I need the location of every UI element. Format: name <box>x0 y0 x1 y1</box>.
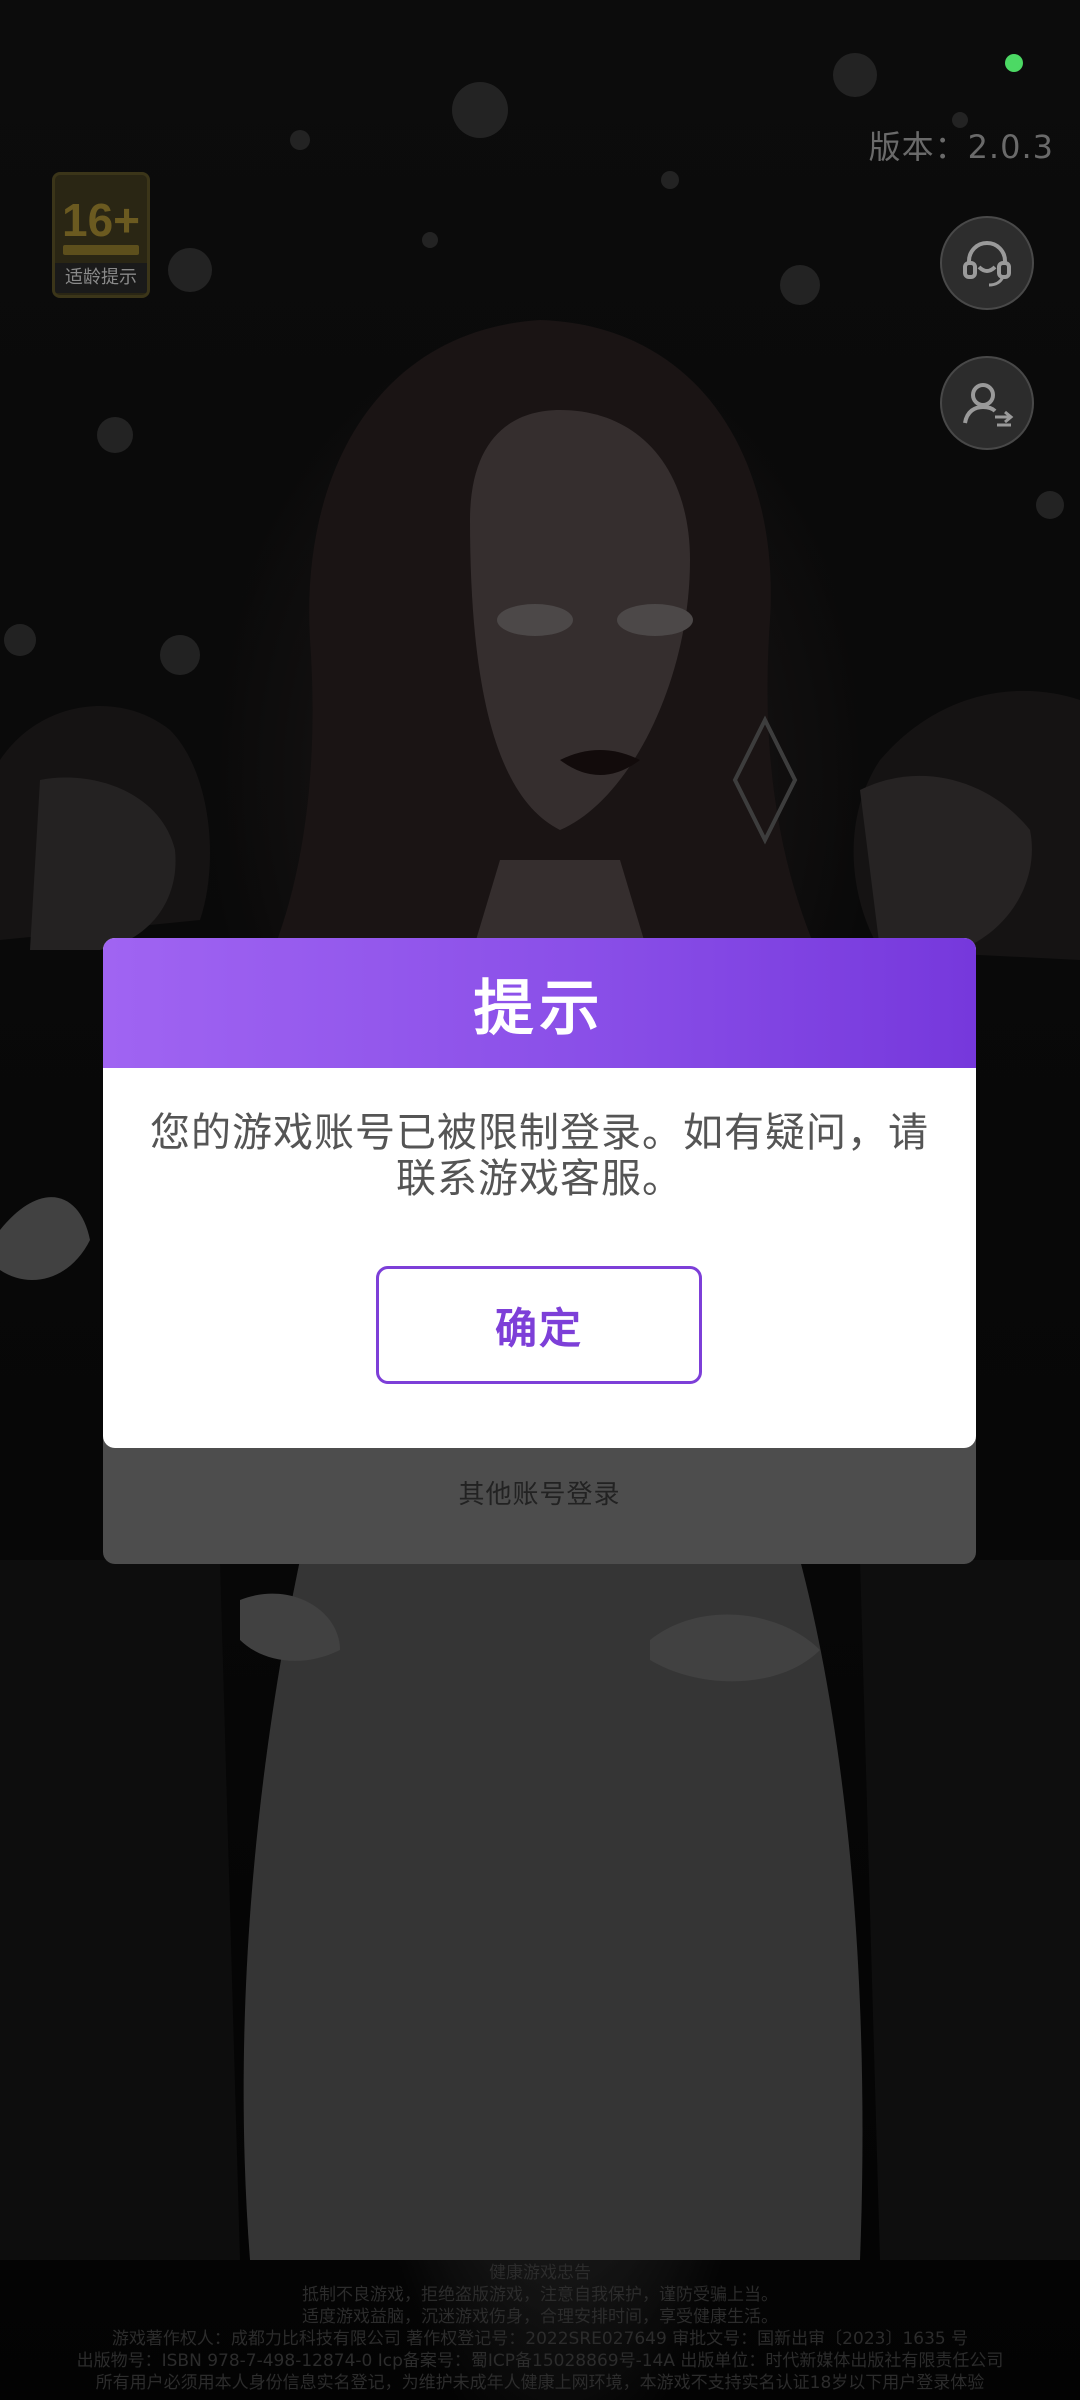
other-account-login-link[interactable]: 其他账号登录 <box>103 1474 976 1511</box>
dialog-header: 提示 <box>103 938 976 1068</box>
footer-line: 健康游戏忠告 <box>489 2263 591 2283</box>
footer-line: 游戏著作权人：成都力比科技有限公司 著作权登记号：2022SRE027649 审… <box>111 2329 969 2349</box>
age-rating-stripe <box>63 245 139 255</box>
health-notice-footer: 健康游戏忠告 抵制不良游戏，拒绝盗版游戏，注意自我保护，谨防受骗上当。 适度游戏… <box>0 2262 1080 2394</box>
dialog-title: 提示 <box>473 973 606 1044</box>
footer-line: 抵制不良游戏，拒绝盗版游戏，注意自我保护，谨防受骗上当。 <box>302 2285 778 2305</box>
footer-line: 出版物号：ISBN 978-7-498-12874-0 Icp备案号：蜀ICP备… <box>76 2351 1004 2371</box>
status-indicator-dot <box>1005 54 1023 72</box>
age-rating-number: 16+ <box>61 194 141 246</box>
user-switch-icon <box>963 383 1014 427</box>
dialog-message: 您的游戏账号已被限制登录。如有疑问，请联系游戏客服。 <box>150 1110 929 1202</box>
customer-service-button[interactable] <box>940 216 1034 310</box>
footer-line: 适度游戏益脑，沉迷游戏伤身，合理安排时间，享受健康生活。 <box>302 2307 778 2327</box>
headset-icon <box>963 240 1011 287</box>
age-rating-label: 适龄提示 <box>55 263 147 293</box>
switch-account-button[interactable] <box>940 356 1034 450</box>
restriction-dialog: 提示 您的游戏账号已被限制登录。如有疑问，请联系游戏客服。 确定 <box>103 938 976 1448</box>
age-rating-badge[interactable]: 16+ 适龄提示 <box>52 172 150 298</box>
version-label: 版本：2.0.3 <box>868 128 1054 166</box>
login-panel: 其他账号登录 <box>103 1430 976 1564</box>
footer-line: 所有用户必须用本人身份信息实名登记，为维护未成年人健康上网环境，本游戏不支持实名… <box>95 2373 985 2393</box>
confirm-button[interactable]: 确定 <box>376 1266 702 1384</box>
